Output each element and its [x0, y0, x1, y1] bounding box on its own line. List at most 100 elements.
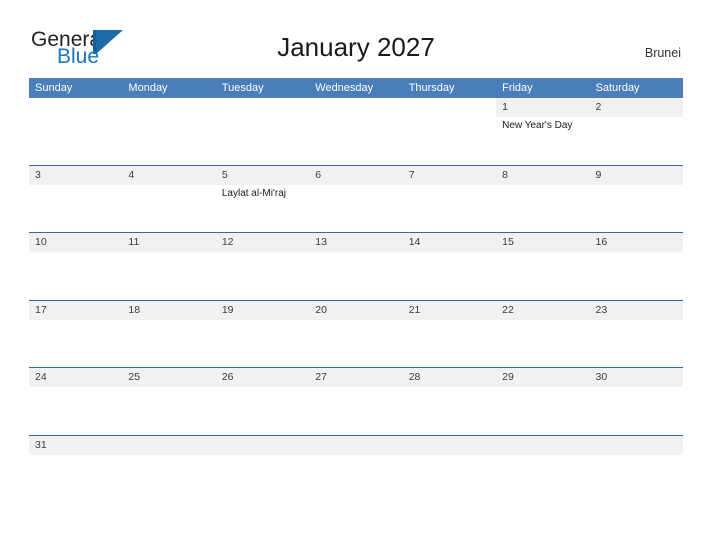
- day-number: 14: [408, 236, 421, 249]
- day-cell[interactable]: 27: [309, 368, 403, 435]
- day-cell[interactable]: 9: [589, 165, 683, 233]
- day-cell[interactable]: 31: [29, 436, 122, 503]
- day-number: 27: [315, 371, 327, 384]
- calendar-weeks: 1 New Year's Day 2 3 4 5 Laylat al-Mi'raj 6 7 8 9 1…: [29, 98, 683, 503]
- calendar-week-row: 1 New Year's Day 2: [29, 98, 683, 165]
- week-cells: 24 25 26 27 28 29 30: [29, 368, 683, 435]
- day-number: 18: [128, 303, 141, 316]
- day-cell[interactable]: 29: [496, 368, 590, 435]
- page-title: January 2027: [277, 32, 435, 62]
- calendar-week-row: 3 4 5 Laylat al-Mi'raj 6 7 8 9: [29, 164, 683, 233]
- day-cell-empty: [590, 436, 683, 503]
- day-number: 15: [502, 236, 514, 249]
- day-number: 28: [408, 371, 421, 384]
- day-number: 10: [35, 236, 47, 249]
- day-cell[interactable]: 2: [589, 98, 683, 165]
- calendar-week-row: 24 25 26 27 28 29 30: [29, 367, 683, 435]
- calendar-grid: Sunday Monday Tuesday Wednesday Thursday…: [29, 78, 683, 503]
- day-cell[interactable]: 5 Laylat al-Mi'raj: [215, 165, 310, 233]
- weekday-thursday: Thursday: [408, 82, 455, 94]
- holiday-label: Laylat al-Mi'raj: [221, 187, 286, 199]
- calendar-week-row: 31: [29, 434, 683, 503]
- day-number-band: [122, 98, 215, 117]
- day-number: 6: [315, 168, 322, 181]
- day-number: 31: [35, 438, 47, 451]
- country-label: Brunei: [644, 46, 681, 60]
- day-number: 26: [221, 371, 234, 384]
- day-number: 5: [221, 168, 228, 181]
- page-header: General Blue January 2027 Brunei: [0, 0, 712, 67]
- day-cell[interactable]: 12: [215, 233, 310, 300]
- holiday-label: New Year's Day: [502, 120, 573, 131]
- day-number: 21: [408, 303, 421, 316]
- day-cell[interactable]: 22: [496, 300, 590, 368]
- weekday-header-row: Sunday Monday Tuesday Wednesday Thursday…: [29, 78, 683, 98]
- day-cell[interactable]: 13: [309, 233, 403, 300]
- day-number-band: [309, 98, 402, 117]
- day-events: New Year's Day: [502, 119, 589, 132]
- day-cell[interactable]: 6: [309, 165, 403, 233]
- day-cell[interactable]: 25: [122, 368, 216, 435]
- day-cell[interactable]: 1 New Year's Day: [496, 98, 590, 165]
- day-number: 30: [595, 371, 608, 384]
- day-number: 25: [128, 371, 141, 384]
- weekday-saturday: Saturday: [595, 82, 640, 94]
- day-cell[interactable]: 21: [402, 300, 497, 368]
- day-number: 23: [595, 303, 608, 316]
- day-cell[interactable]: 19: [215, 300, 310, 368]
- weekday-sunday: Sunday: [35, 82, 73, 94]
- day-number: 12: [221, 236, 234, 249]
- day-number: 8: [502, 168, 508, 181]
- day-cell[interactable]: 24: [29, 368, 123, 435]
- week-cells: 17 18 19 20 21 22 23: [29, 300, 683, 368]
- day-cell-empty: [122, 98, 215, 165]
- day-cell[interactable]: 10: [29, 233, 123, 300]
- day-number-band: [590, 436, 683, 455]
- day-cell[interactable]: 4: [122, 165, 216, 233]
- day-cell[interactable]: 14: [402, 233, 497, 300]
- day-number: 7: [408, 168, 415, 181]
- day-cell[interactable]: 17: [29, 300, 123, 368]
- day-cell[interactable]: 11: [122, 233, 216, 300]
- day-number-band: [403, 436, 496, 455]
- day-cell-empty: [216, 98, 309, 165]
- day-number-band: [216, 98, 309, 117]
- day-cell[interactable]: 30: [589, 368, 683, 435]
- day-number-band: [309, 436, 402, 455]
- day-number: 9: [595, 168, 602, 181]
- day-cell[interactable]: 15: [496, 233, 590, 300]
- day-number-band: [403, 98, 496, 117]
- day-number: 11: [128, 236, 140, 249]
- day-cell[interactable]: 28: [402, 368, 497, 435]
- day-cell[interactable]: 20: [309, 300, 403, 368]
- day-cell-empty: [309, 436, 402, 503]
- day-cell-empty: [403, 98, 496, 165]
- day-cell[interactable]: 26: [215, 368, 310, 435]
- week-cells: 31: [29, 436, 683, 503]
- day-cell[interactable]: 18: [122, 300, 216, 368]
- day-number: 19: [221, 303, 234, 316]
- day-number: 16: [595, 236, 608, 249]
- day-number: 2: [595, 101, 602, 113]
- calendar-week-row: 10 11 12 13 14 15 16: [29, 232, 683, 300]
- day-cell[interactable]: 7: [402, 165, 497, 233]
- day-number-band: [216, 436, 309, 455]
- day-cell-empty: [29, 98, 122, 165]
- day-cell-empty: [309, 98, 402, 165]
- week-cells: 3 4 5 Laylat al-Mi'raj 6 7 8 9: [29, 165, 683, 233]
- day-cell[interactable]: 23: [589, 300, 683, 368]
- day-events: Laylat al-Mi'raj: [222, 187, 309, 200]
- week-cells: 1 New Year's Day 2: [29, 98, 683, 165]
- day-cell[interactable]: 16: [589, 233, 683, 300]
- day-number-band: [122, 436, 215, 455]
- day-number: 17: [35, 303, 47, 316]
- calendar-page: General Blue January 2027 Brunei Sunday …: [0, 0, 712, 550]
- day-number-band: [496, 436, 589, 455]
- day-number: 24: [35, 371, 47, 384]
- day-number: 29: [502, 371, 514, 384]
- day-number: 20: [315, 303, 327, 316]
- day-cell[interactable]: 3: [29, 165, 123, 233]
- day-number: 4: [128, 168, 135, 181]
- day-cell[interactable]: 8: [496, 165, 590, 233]
- day-number: 22: [502, 303, 514, 316]
